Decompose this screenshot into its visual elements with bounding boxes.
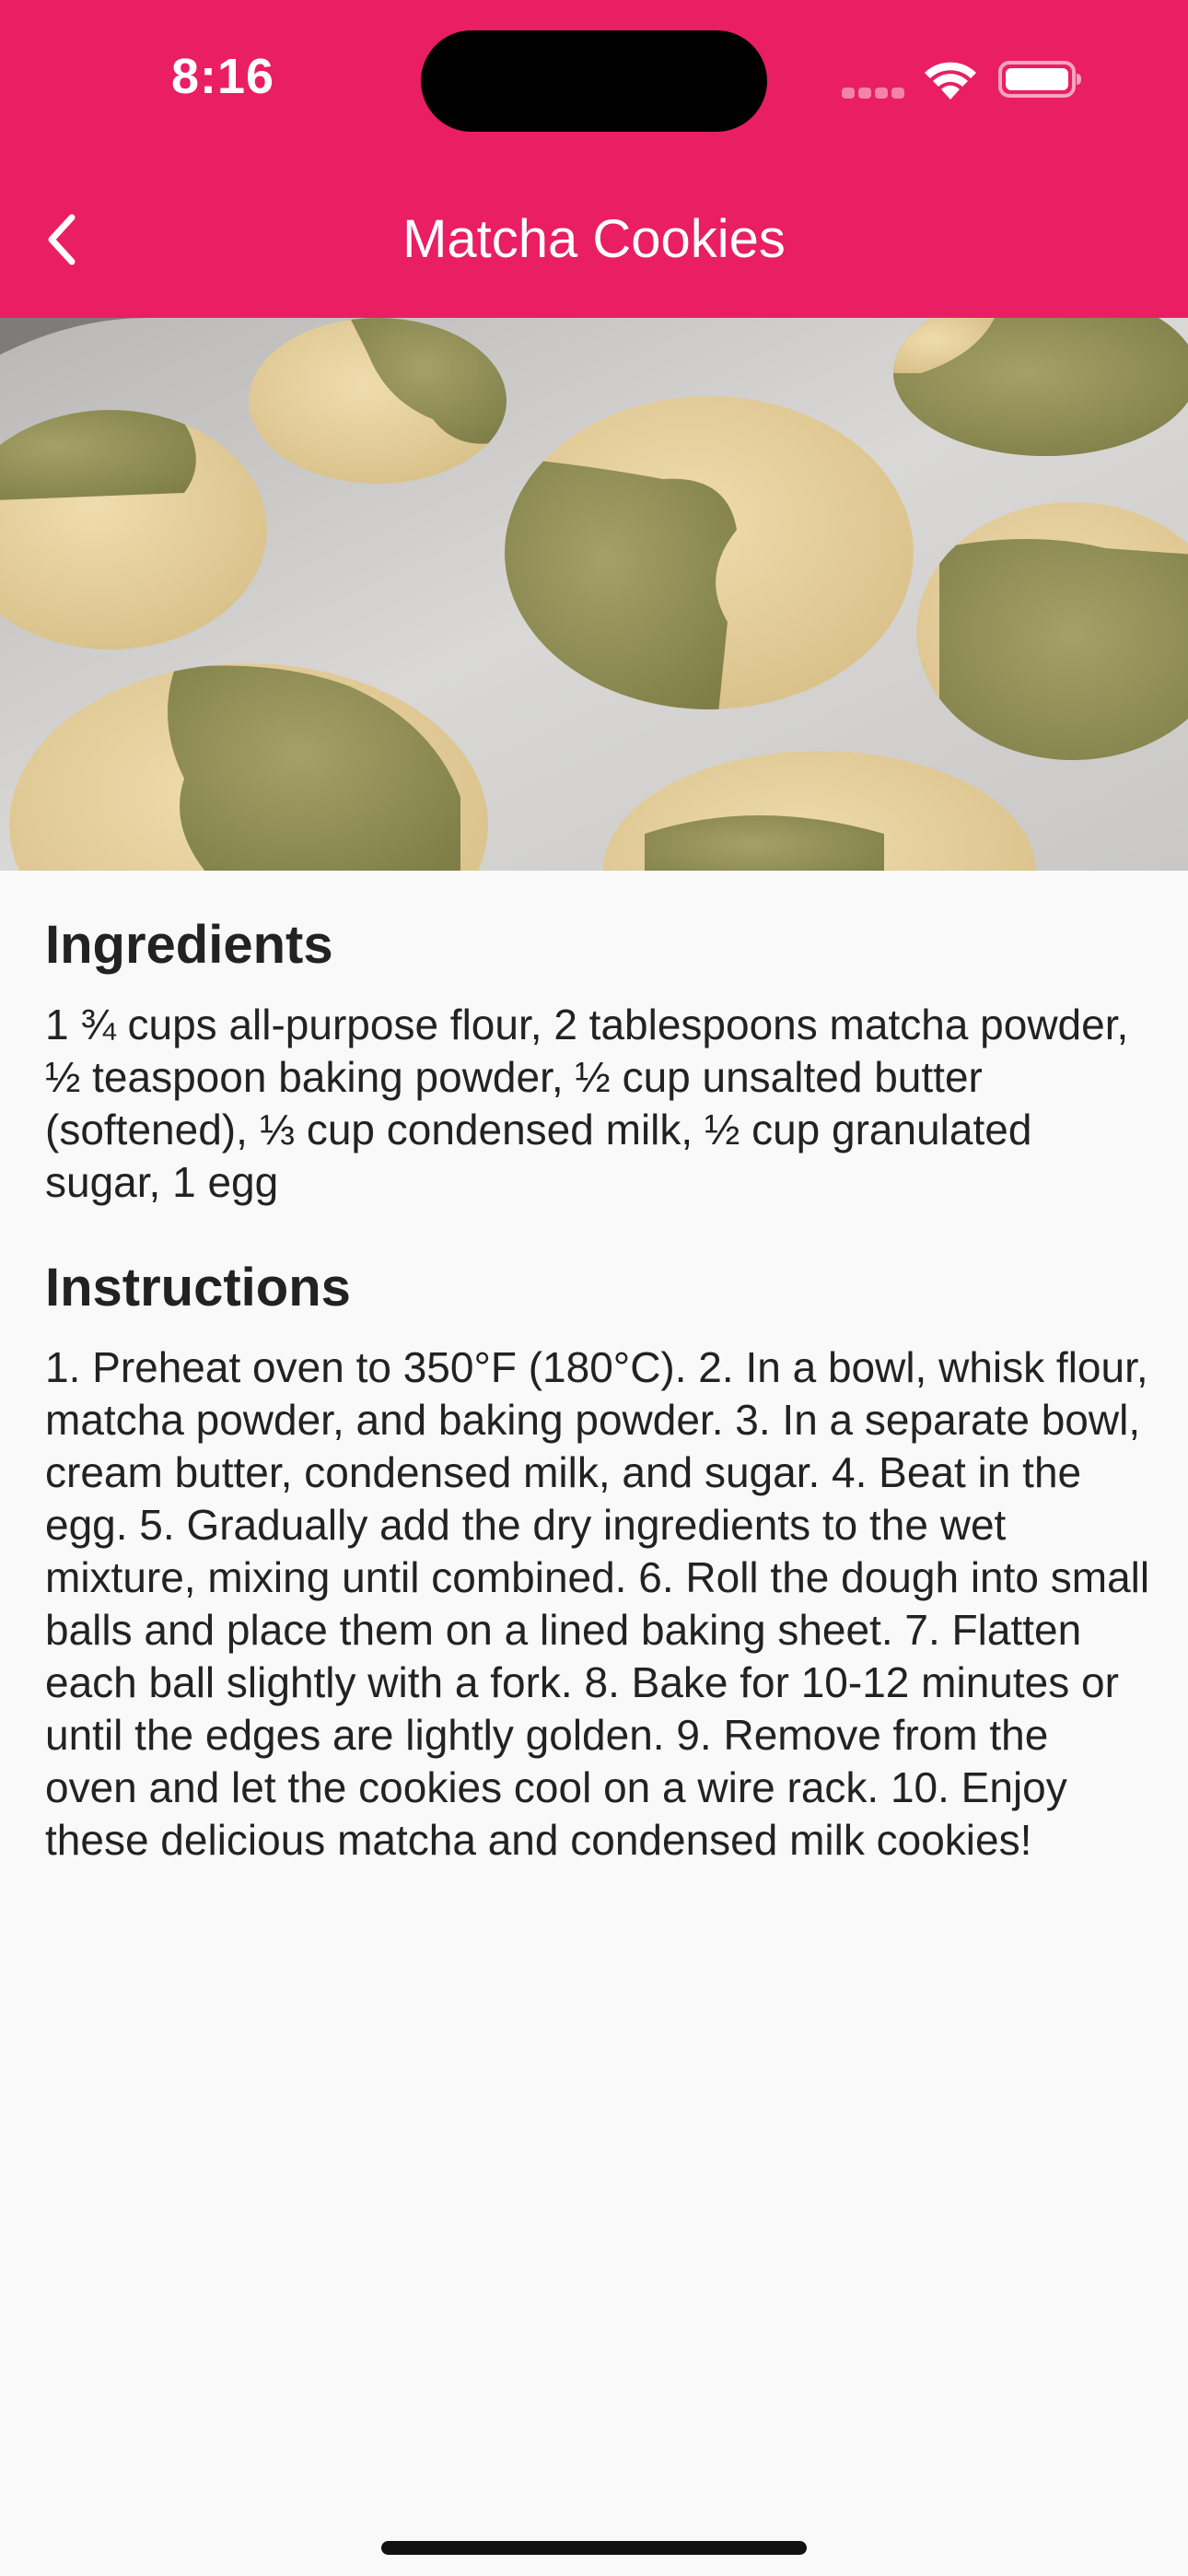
ingredients-text: 1 ¾ cups all-purpose flour, 2 tablespoon… [45,1001,1129,1206]
page-title: Matcha Cookies [402,209,786,269]
instructions-heading: Instructions [45,1258,351,1317]
recipe-hero-image [0,318,1188,871]
dynamic-island [421,30,767,132]
cellular-signal-icon [842,88,906,100]
battery-icon [998,61,1083,98]
instructions-text: 1. Preheat oven to 350°F (180°C). 2. In … [45,1343,1150,1864]
app-header: 8:16 Matcha Cookies [0,0,1188,318]
wifi-icon [921,57,980,101]
status-time: 8:16 [171,49,275,104]
recipe-content: Ingredients 1 ¾ cups all-purpose flour, … [45,912,1150,1867]
recipe-detail-screen: 8:16 Matcha Cookies Ingredients 1 ¾ cups… [0,0,1188,2576]
ingredients-heading: Ingredients [45,915,333,975]
home-indicator[interactable] [381,2541,807,2555]
